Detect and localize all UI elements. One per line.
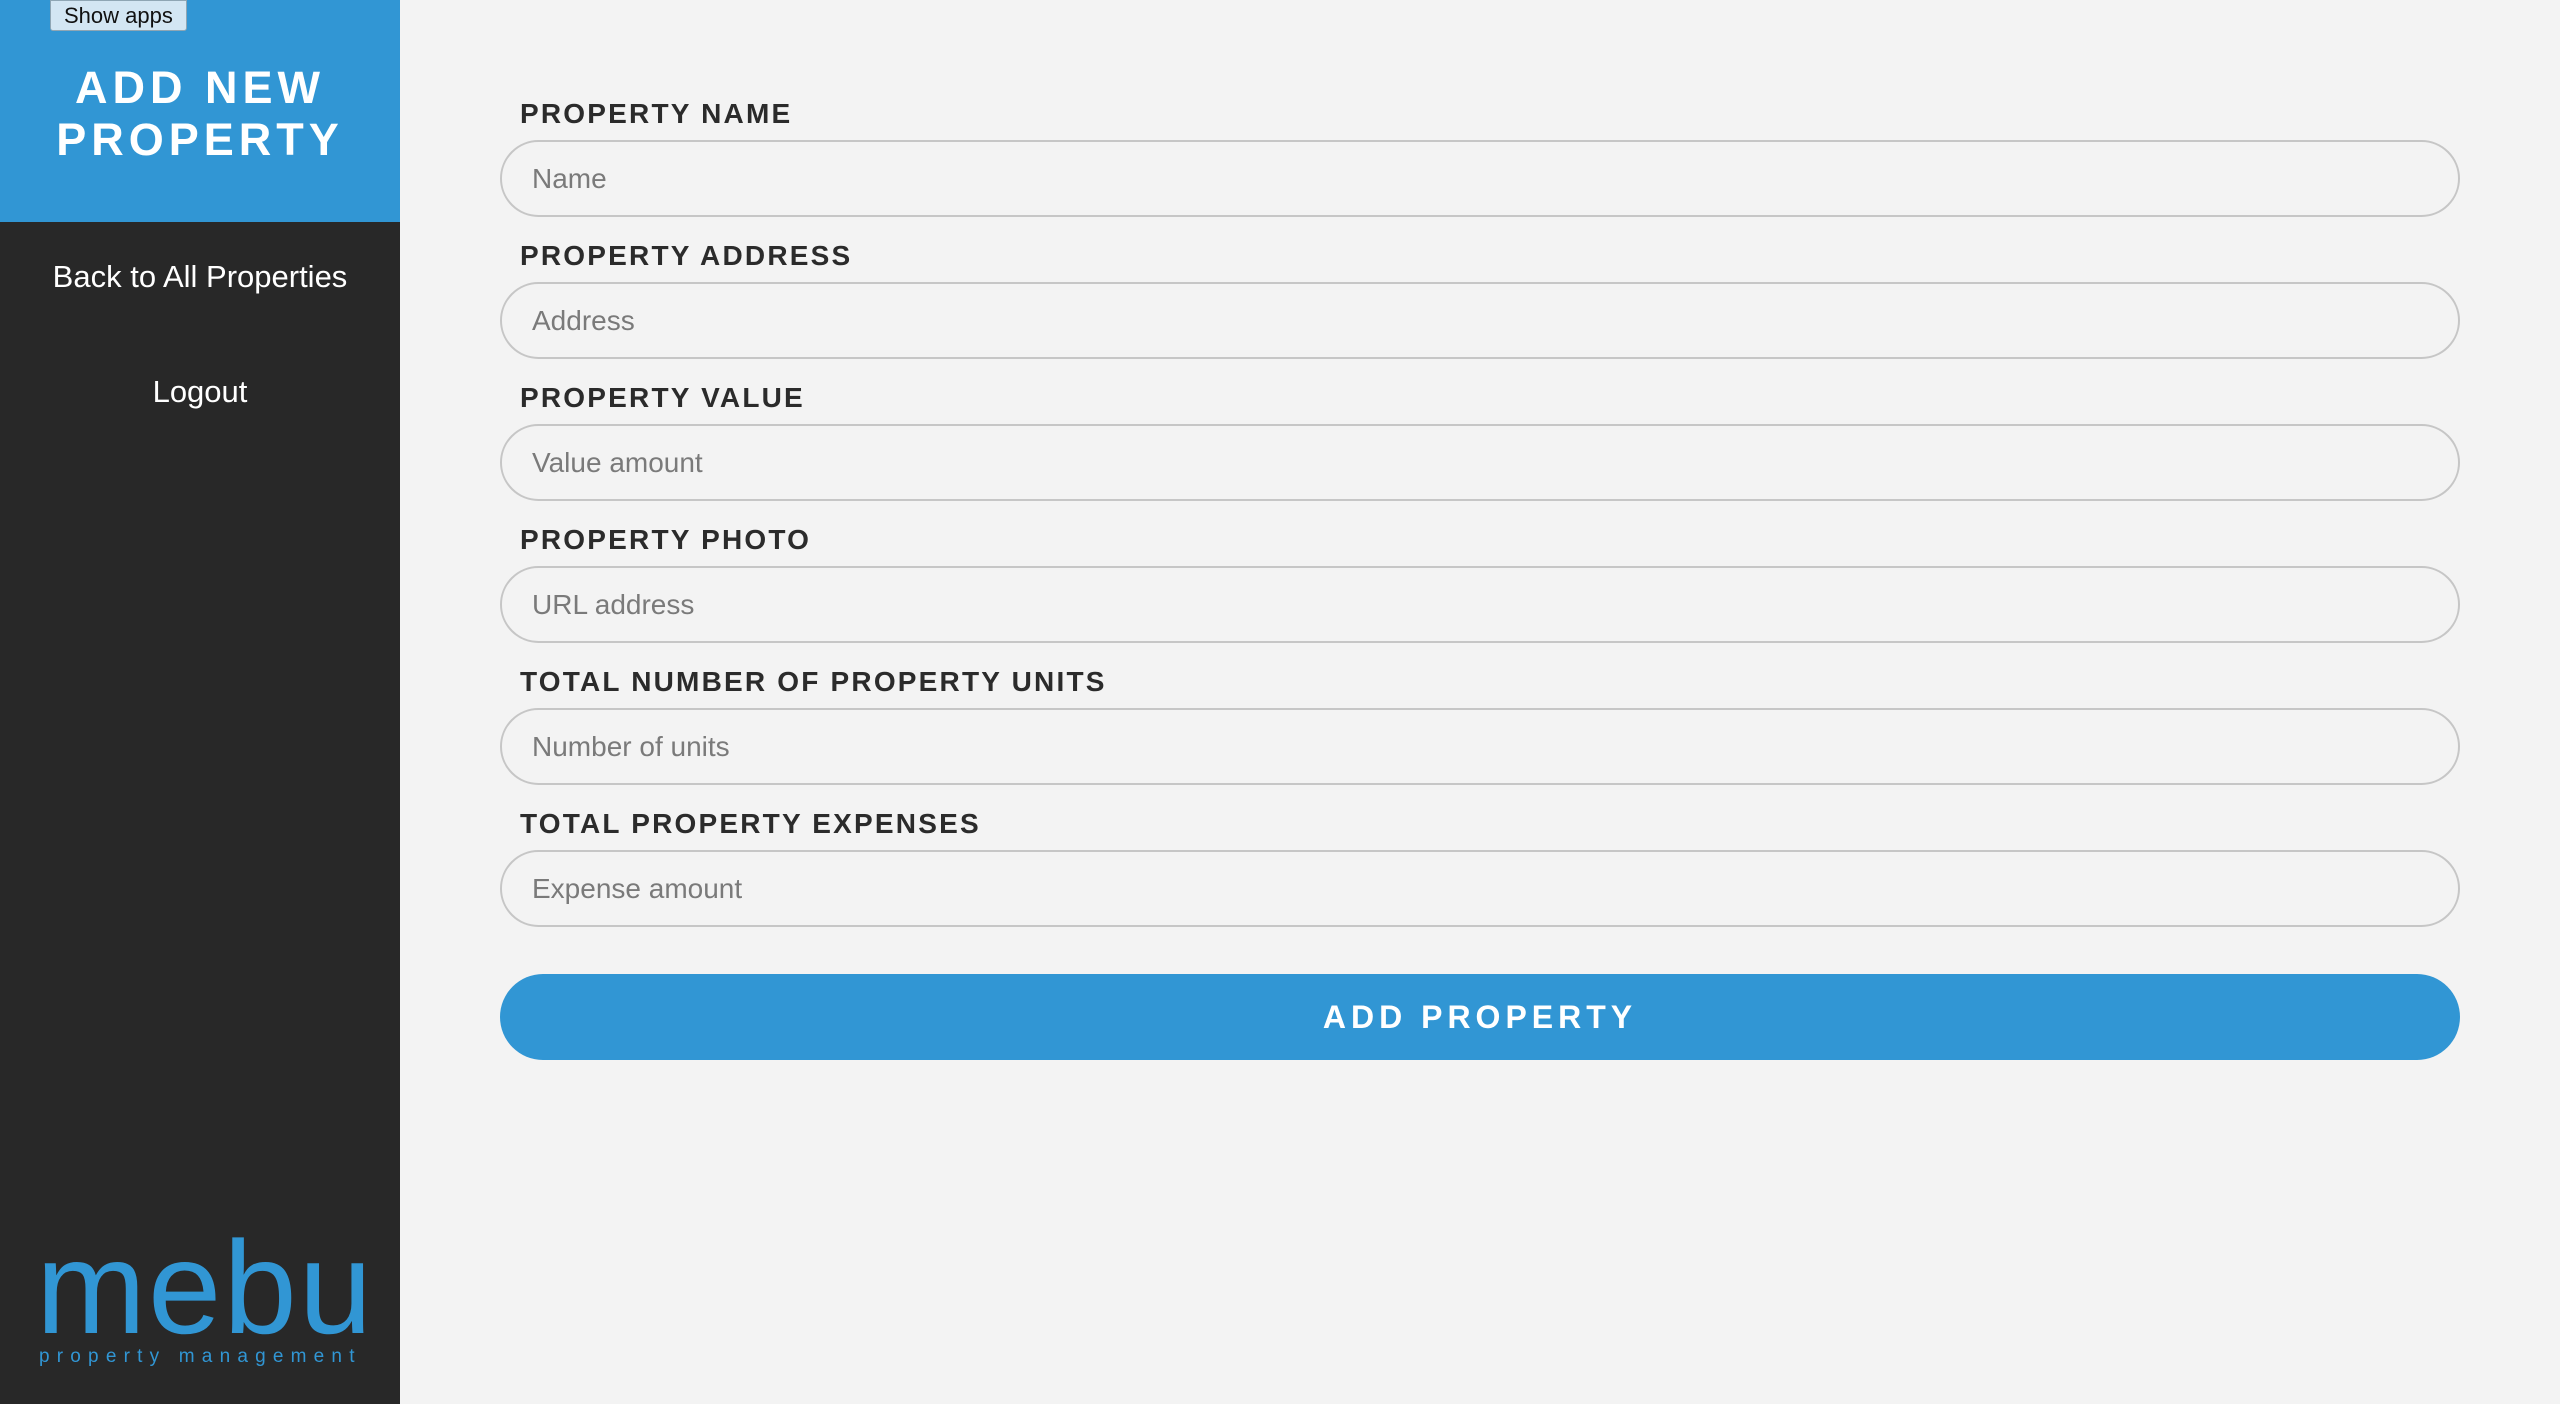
property-units-label: TOTAL NUMBER OF PROPERTY UNITS <box>520 666 1107 697</box>
property-units-input[interactable] <box>500 708 2460 785</box>
sidebar: ADD NEW PROPERTY Back to All Properties … <box>0 0 400 1404</box>
page-title: ADD NEW PROPERTY <box>56 62 344 165</box>
property-photo-field: PROPERTY PHOTO <box>500 522 2460 664</box>
property-name-field: PROPERTY NAME <box>500 96 2460 238</box>
property-value-label: PROPERTY VALUE <box>520 382 805 413</box>
property-photo-label: PROPERTY PHOTO <box>520 524 812 555</box>
property-value-field: PROPERTY VALUE <box>500 380 2460 522</box>
mebu-logo: mebu property management <box>36 1214 375 1368</box>
property-expenses-label: TOTAL PROPERTY EXPENSES <box>520 808 981 839</box>
property-address-field: PROPERTY ADDRESS <box>500 238 2460 380</box>
add-property-form: PROPERTY NAME PROPERTY ADDRESS PROPERTY … <box>500 96 2460 1060</box>
sidebar-header: ADD NEW PROPERTY <box>0 0 400 222</box>
property-name-label: PROPERTY NAME <box>520 98 793 129</box>
property-expenses-field: TOTAL PROPERTY EXPENSES <box>500 806 2460 948</box>
property-photo-url-input[interactable] <box>500 566 2460 643</box>
add-property-button[interactable]: ADD PROPERTY <box>500 974 2460 1060</box>
logo-tagline: property management <box>39 1346 362 1367</box>
logo-wordmark: mebu <box>36 1214 375 1361</box>
main-content: PROPERTY NAME PROPERTY ADDRESS PROPERTY … <box>400 0 2560 1404</box>
property-value-input[interactable] <box>500 424 2460 501</box>
property-units-field: TOTAL NUMBER OF PROPERTY UNITS <box>500 664 2460 806</box>
show-apps-button[interactable]: Show apps <box>50 0 187 31</box>
sidebar-nav: Back to All Properties Logout <box>0 222 400 410</box>
property-address-input[interactable] <box>500 282 2460 359</box>
app-window: ADD NEW PROPERTY Back to All Properties … <box>0 0 2560 1404</box>
property-address-label: PROPERTY ADDRESS <box>520 240 853 271</box>
property-expenses-input[interactable] <box>500 850 2460 927</box>
back-to-all-properties-link[interactable]: Back to All Properties <box>0 259 400 295</box>
property-name-input[interactable] <box>500 140 2460 217</box>
logout-link[interactable]: Logout <box>0 374 400 410</box>
